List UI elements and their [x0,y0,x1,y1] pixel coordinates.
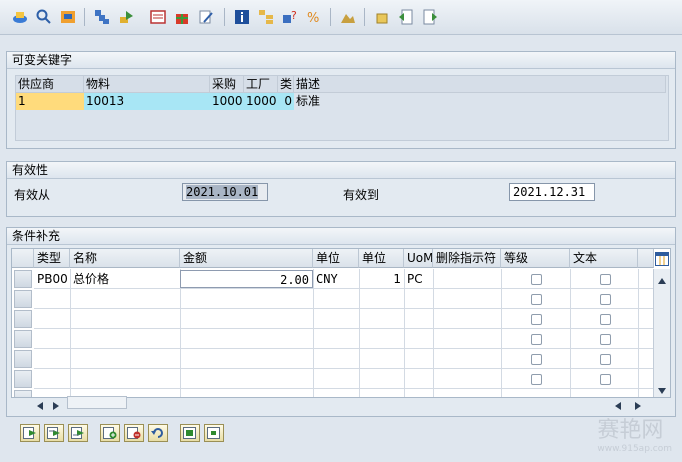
col-amount-header: 金额 [180,249,313,268]
key-description-cell: 标准 [294,93,666,110]
scroll-up-icon[interactable] [658,273,666,287]
variable-key-table: 供应商 物料 采购 工厂 类 描述 1 10013 1000 1000 0 标准 [15,75,669,141]
key-material-cell[interactable]: 10013 [84,93,210,110]
hand-icon[interactable] [374,9,390,25]
scale-checkbox[interactable] [531,354,542,365]
col-text-header: 文本 [570,249,638,268]
condition-table: 类型 名称 金额 单位 单位 UoM 删除指示符 等级 文本 PB00 总价格 … [11,248,671,398]
edit-icon[interactable] [198,9,214,25]
cond-name-cell: 总价格 [73,272,110,286]
undo-button[interactable] [148,424,168,442]
select-all-header[interactable] [12,249,34,268]
find-icon[interactable] [36,9,52,25]
valid-from-label: 有效从 [14,188,51,202]
row-selector[interactable] [14,330,32,348]
hierarchy-icon[interactable] [94,9,110,25]
validity-title: 有效性 [7,162,675,179]
goto-icon[interactable] [118,9,134,25]
mountain-icon[interactable] [340,9,356,25]
structure-icon[interactable] [258,9,274,25]
col-header-material: 物料 [84,76,210,93]
scale-checkbox[interactable] [531,294,542,305]
text-checkbox[interactable] [600,374,611,385]
condition-supplement-group: 条件补充 类型 名称 金额 单位 单位 UoM 删除指示符 等级 文本 PB00… [6,227,676,417]
cond-currency-cell[interactable]: CNY [313,270,359,288]
watermark-text: 赛艳网 [597,418,664,443]
text-checkbox[interactable] [600,354,611,365]
collapse-button[interactable] [204,424,224,442]
key-vendor-cell[interactable]: 1 [16,93,84,110]
col-header-plant: 工厂 [244,76,278,93]
scale-checkbox[interactable] [531,374,542,385]
text-checkbox[interactable] [600,274,611,285]
col-uom-header: UoM [404,249,433,268]
valid-from-field[interactable]: 2021.10.01 [182,183,268,201]
col-deletion-header: 删除指示符 [433,249,501,268]
scroll-down-icon[interactable] [658,383,666,397]
text-checkbox[interactable] [600,294,611,305]
table-settings-icon[interactable] [654,250,670,267]
delete-row-button[interactable] [124,424,144,442]
col-scale-header: 等级 [501,249,570,268]
variable-key-group: 可变关键字 供应商 物料 采购 工厂 类 描述 1 10013 1000 100… [6,51,676,149]
svg-text:%: % [307,11,319,25]
gift-icon[interactable] [174,9,190,25]
valid-to-label: 有效到 [343,188,380,202]
col-currency-header: 单位 [313,249,359,268]
row-selector[interactable] [14,370,32,388]
expand-button[interactable] [180,424,200,442]
col-header-vendor: 供应商 [16,76,84,93]
select-block-button[interactable] [44,424,64,442]
key-plant-cell[interactable]: 1000 [244,93,278,110]
col-header-category: 类 [278,76,294,93]
scale-checkbox[interactable] [531,334,542,345]
horizontal-scroll-thumb[interactable] [67,396,127,409]
previous-page-icon[interactable] [398,9,414,25]
key-purch-org-cell[interactable]: 1000 [210,93,244,110]
row-selector[interactable] [14,390,32,397]
scroll-right-icon[interactable] [53,399,59,413]
scale-checkbox[interactable] [531,314,542,325]
percent-icon[interactable]: % [306,9,322,25]
watermark-url: www.915ap.com [597,444,672,454]
col-name-header: 名称 [70,249,180,268]
cond-uom-cell[interactable]: PC [404,270,433,288]
valid-to-field[interactable]: 2021.12.31 [509,183,595,201]
text-checkbox[interactable] [600,334,611,345]
cond-type-cell[interactable]: PB00 [34,270,70,288]
insert-row-button[interactable] [100,424,120,442]
col-header-description: 描述 [294,76,666,93]
display-change-icon[interactable] [12,9,28,25]
validity-group: 有效性 有效从 2021.10.01 有效到 2021.12.31 [6,161,676,217]
col-header-purch-org: 采购 [210,76,244,93]
row-selector[interactable] [14,270,32,288]
cond-amount-cell[interactable]: 2.00 [180,270,313,288]
col-per-header: 单位 [359,249,404,268]
deselect-all-button[interactable] [68,424,88,442]
valid-from-value: 2021.10.01 [186,185,259,199]
scroll-left-icon[interactable] [37,399,43,413]
vertical-scrollbar[interactable] [653,269,670,397]
query-icon[interactable]: ? [282,9,298,25]
save-variant-icon[interactable] [60,9,76,25]
col-type-header: 类型 [34,249,70,268]
scroll-left-right-icon[interactable] [615,399,621,413]
text-checkbox[interactable] [600,314,611,325]
row-selector[interactable] [14,310,32,328]
variable-key-title: 可变关键字 [7,52,675,69]
watermark: 赛艳网 www.915ap.com [597,412,672,454]
next-page-icon[interactable] [422,9,438,25]
key-category-cell[interactable]: 0 [278,93,294,110]
svg-text:?: ? [291,9,297,22]
scroll-right-right-icon[interactable] [635,399,641,413]
application-toolbar: ? % [0,0,682,35]
row-selector[interactable] [14,350,32,368]
cond-per-cell[interactable]: 1 [359,270,404,288]
select-all-button[interactable] [20,424,40,442]
condition-supplement-title: 条件补充 [7,228,675,245]
scale-checkbox[interactable] [531,274,542,285]
row-selector[interactable] [14,290,32,308]
info-icon[interactable] [234,9,250,25]
details-icon[interactable] [150,9,166,25]
